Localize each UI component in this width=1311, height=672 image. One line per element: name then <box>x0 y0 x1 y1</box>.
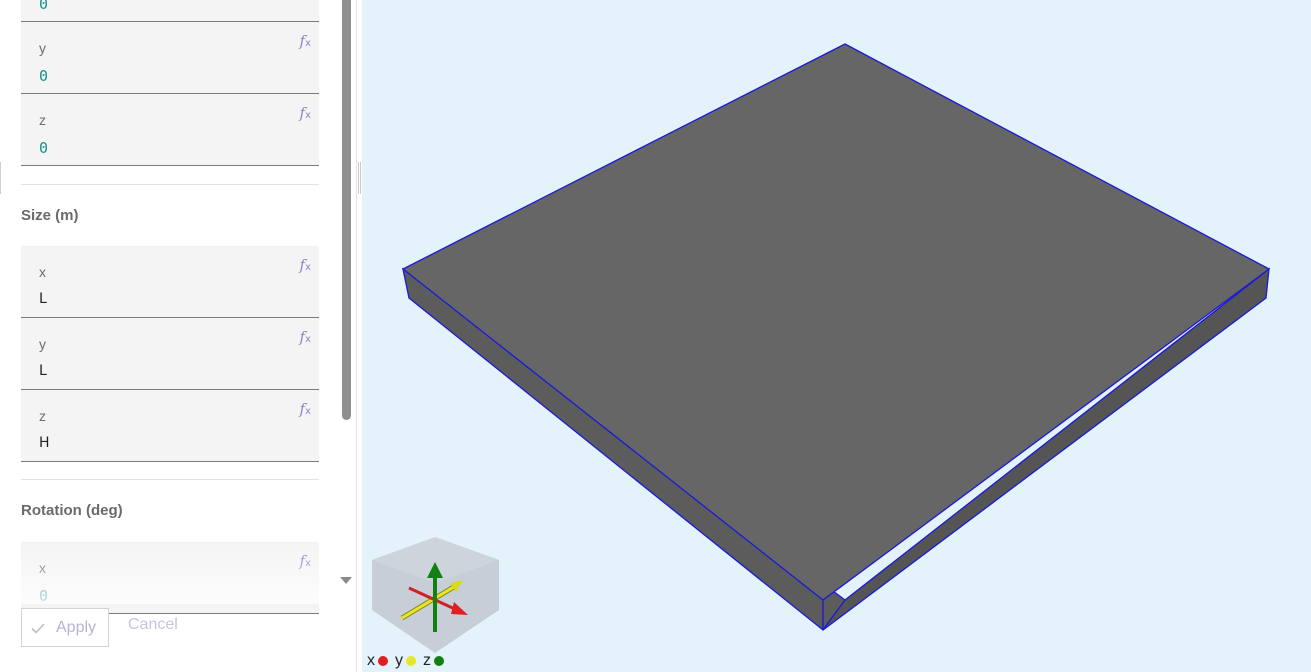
scrollbar-thumb[interactable] <box>342 0 351 420</box>
cancel-button[interactable]: Cancel <box>128 616 178 634</box>
axes-legend: x y z <box>367 652 448 670</box>
size-z-value[interactable]: H <box>39 435 50 451</box>
rotation-x-value[interactable]: 0 <box>39 587 48 605</box>
fx-icon[interactable]: fx <box>300 400 311 418</box>
section-divider <box>21 479 319 480</box>
fx-icon[interactable]: fx <box>300 104 311 122</box>
position-z-value[interactable]: 0 <box>39 139 48 157</box>
fx-icon[interactable]: fx <box>300 552 311 570</box>
apply-button[interactable]: Apply <box>21 608 109 647</box>
size-z-field[interactable]: z fx H <box>21 390 319 462</box>
check-icon <box>31 622 45 634</box>
properties-panel: 0 y fx 0 z fx 0 Size (m) x fx L y fx L z… <box>0 0 356 672</box>
size-section-title: Size (m) <box>21 207 79 224</box>
fx-icon[interactable]: fx <box>300 256 311 274</box>
box-scene <box>372 43 1271 653</box>
box-top-face <box>401 43 1271 601</box>
y-axis-dot-icon <box>406 656 416 666</box>
rotation-section-title: Rotation (deg) <box>21 502 123 519</box>
fx-icon[interactable]: fx <box>300 328 311 346</box>
rotation-x-field[interactable]: x fx 0 <box>21 542 319 614</box>
panel-edge-handle <box>0 162 2 194</box>
fx-icon[interactable]: fx <box>300 32 311 50</box>
position-x-value[interactable]: 0 <box>39 0 48 13</box>
size-x-field[interactable]: x fx L <box>21 246 319 318</box>
3d-viewport[interactable]: x y z <box>362 0 1311 672</box>
position-z-field[interactable]: z fx 0 <box>21 94 319 166</box>
position-y-field[interactable]: y fx 0 <box>21 22 319 94</box>
z-axis-dot-icon <box>434 656 444 666</box>
z-axis-label: z <box>423 652 431 669</box>
size-y-label: y <box>39 336 46 352</box>
size-x-label: x <box>39 264 46 280</box>
scroll-down-arrow[interactable] <box>340 577 352 584</box>
apply-label: Apply <box>56 618 97 636</box>
x-axis-label: x <box>367 652 375 669</box>
size-y-value[interactable]: L <box>39 363 47 379</box>
position-y-value[interactable]: 0 <box>39 67 48 85</box>
y-axis-label: y <box>395 652 403 669</box>
size-y-field[interactable]: y fx L <box>21 318 319 390</box>
size-z-label: z <box>39 408 46 424</box>
rotation-x-label: x <box>39 560 46 576</box>
position-y-label: y <box>39 40 46 56</box>
section-divider <box>21 184 319 185</box>
position-z-label: z <box>39 112 46 128</box>
orientation-cube <box>372 537 499 653</box>
size-x-value[interactable]: L <box>39 291 47 307</box>
x-axis-dot-icon <box>378 656 388 666</box>
position-x-field[interactable]: 0 <box>21 0 319 22</box>
resize-grip-icon <box>358 162 361 194</box>
